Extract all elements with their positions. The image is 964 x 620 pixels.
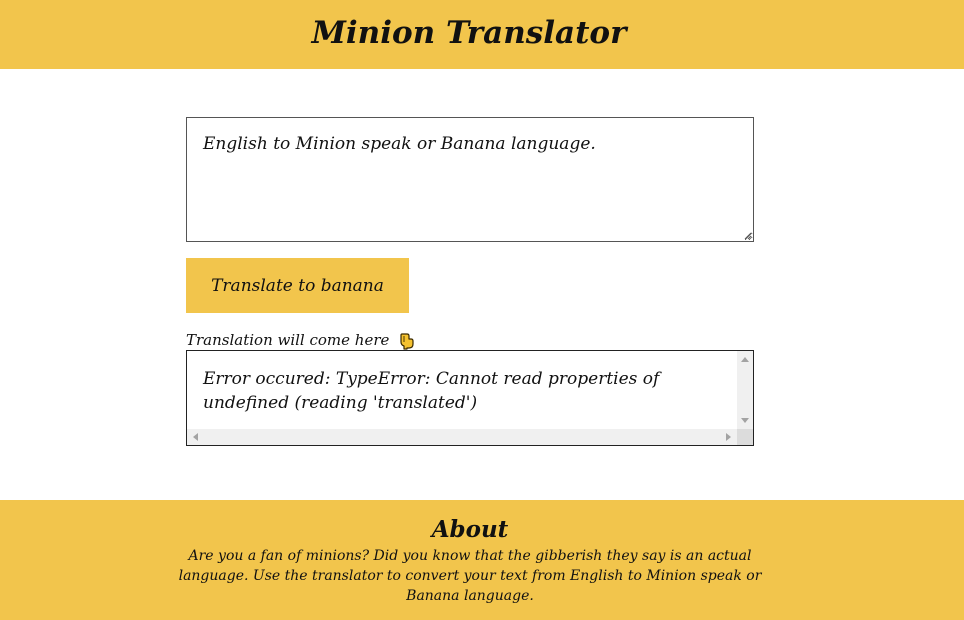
translate-button[interactable]: Translate to banana: [186, 258, 409, 313]
scrollbar-corner: [737, 429, 753, 445]
app-title: Minion Translator: [311, 15, 627, 51]
output-label-text: Translation will come here: [186, 331, 390, 349]
translation-output-text: Error occured: TypeError: Cannot read pr…: [203, 369, 660, 413]
header-bar: Minion Translator: [0, 0, 964, 69]
scroll-left-arrow-icon[interactable]: [193, 433, 198, 441]
scroll-up-arrow-icon[interactable]: [741, 357, 749, 362]
english-text-input[interactable]: [186, 117, 754, 242]
output-label: Translation will come here: [186, 330, 414, 350]
horizontal-scrollbar[interactable]: [187, 429, 737, 445]
pointing-down-hand-icon: [400, 333, 414, 350]
about-title: About: [431, 516, 509, 543]
about-footer: About Are you a fan of minions? Did you …: [0, 500, 964, 620]
scroll-right-arrow-icon[interactable]: [726, 433, 731, 441]
about-text: Are you a fan of minions? Did you know t…: [178, 548, 762, 604]
translation-output[interactable]: Error occured: TypeError: Cannot read pr…: [186, 350, 754, 446]
vertical-scrollbar[interactable]: [737, 351, 753, 429]
scroll-down-arrow-icon[interactable]: [741, 418, 749, 423]
